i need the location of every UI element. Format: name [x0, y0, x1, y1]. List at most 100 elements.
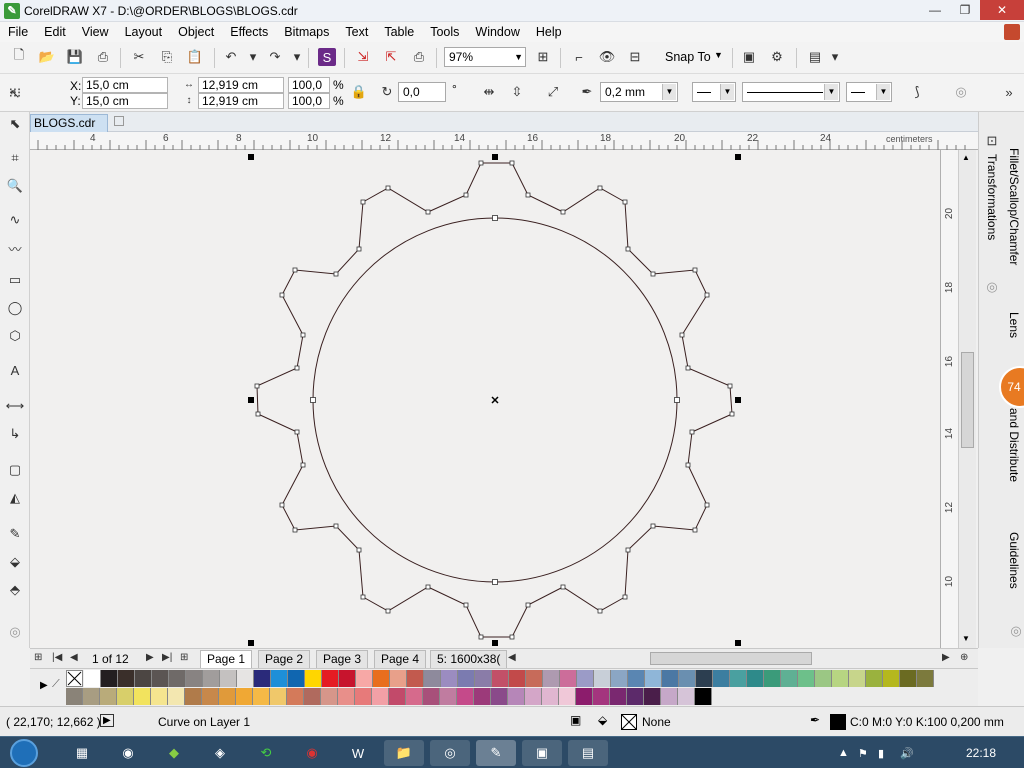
zoom-navigator-icon[interactable]: ⊕ — [960, 652, 968, 663]
last-page-icon[interactable]: ▶| — [162, 652, 172, 663]
minimize-button[interactable]: — — [920, 0, 950, 20]
color-swatch[interactable] — [168, 688, 185, 705]
curve-node[interactable] — [385, 608, 391, 614]
menu-bitmaps[interactable]: Bitmaps — [276, 22, 337, 42]
page-tab-1[interactable]: Page 1 — [200, 650, 253, 668]
scroll-left-icon[interactable]: ◀ — [508, 652, 516, 663]
parallel-dimension-icon[interactable]: ⟷ — [5, 396, 25, 416]
curve-node[interactable] — [492, 215, 498, 221]
color-swatch[interactable] — [84, 670, 101, 687]
document-tab[interactable]: BLOGS.cdr — [30, 114, 108, 132]
scroll-up-icon[interactable]: ▲ — [962, 153, 970, 162]
curve-node[interactable] — [689, 429, 695, 435]
page-tab-2[interactable]: Page 2 — [258, 650, 311, 668]
color-swatch[interactable] — [509, 670, 526, 687]
connector-tool-icon[interactable]: ↳ — [5, 424, 25, 444]
color-swatch[interactable] — [644, 688, 661, 705]
color-swatch[interactable] — [474, 688, 491, 705]
tray-arrow-icon[interactable]: ▲ — [838, 747, 849, 759]
color-swatch[interactable] — [526, 670, 543, 687]
undo-dropdown-icon[interactable]: ▾ — [244, 48, 262, 66]
curve-node[interactable] — [463, 192, 469, 198]
mirror-vertical-icon[interactable]: ⇳ — [508, 83, 526, 101]
docker-toggle-icon[interactable]: ◎ — [983, 278, 1001, 296]
pick-tool-icon[interactable]: ↖ — [5, 84, 25, 104]
curve-node[interactable] — [525, 192, 531, 198]
curve-node[interactable] — [292, 267, 298, 273]
previous-page-icon[interactable]: ◀ — [70, 652, 78, 663]
color-swatch[interactable] — [202, 688, 219, 705]
curve-node[interactable] — [254, 383, 260, 389]
curve-node[interactable] — [255, 411, 261, 417]
scale-width-field[interactable]: 100,0 — [288, 77, 330, 93]
drawing-svg[interactable] — [30, 150, 940, 648]
print-icon[interactable]: ⎙ — [94, 48, 112, 66]
expand-icon[interactable]: » — [1000, 83, 1018, 101]
copy-icon[interactable]: ⎘ — [158, 48, 176, 66]
menu-text[interactable]: Text — [337, 22, 376, 42]
color-swatch[interactable] — [185, 688, 202, 705]
curve-node[interactable] — [685, 462, 691, 468]
outline-width-dropdown[interactable]: 0,2 mm ▼ — [600, 82, 678, 102]
curve-node[interactable] — [597, 185, 603, 191]
curve-node[interactable] — [463, 602, 469, 608]
color-swatch[interactable] — [866, 670, 883, 687]
fill-bucket-icon[interactable]: ⬙ — [598, 713, 607, 727]
color-swatch[interactable] — [373, 670, 390, 687]
smart-fill-icon[interactable]: ⬘ — [5, 580, 25, 600]
start-button[interactable] — [10, 739, 38, 767]
color-swatch[interactable] — [237, 670, 254, 687]
curve-node[interactable] — [360, 199, 366, 205]
redo-dropdown-icon[interactable]: ▾ — [288, 48, 306, 66]
show-rulers-icon[interactable]: ⌐ — [570, 48, 588, 66]
taskbar-app-icon[interactable]: ◆ — [154, 740, 194, 766]
polygon-tool-icon[interactable]: ⬡ — [5, 326, 25, 346]
tray-flag-icon[interactable]: ⚑ — [858, 747, 868, 760]
curve-node[interactable] — [279, 502, 285, 508]
color-swatch[interactable] — [101, 670, 118, 687]
docker-tab-fillet[interactable]: Fillet/Scallop/Chamfer — [1007, 148, 1021, 265]
color-swatch[interactable] — [560, 670, 577, 687]
drop-shadow-icon[interactable]: ▢ — [5, 460, 25, 480]
color-swatch[interactable] — [798, 670, 815, 687]
close-curve-icon[interactable]: ⟆ — [908, 83, 926, 101]
vertical-scrollbar[interactable]: ▲ ▼ — [958, 150, 976, 648]
chevron-down-icon[interactable]: ▼ — [714, 50, 723, 60]
color-swatch[interactable] — [151, 688, 168, 705]
transparency-icon[interactable]: ◭ — [5, 488, 25, 508]
zoom-tool-icon[interactable]: 🔍 — [5, 176, 25, 196]
close-button[interactable]: ✕ — [980, 0, 1024, 20]
rotation-center-icon[interactable] — [491, 396, 499, 404]
curve-node[interactable] — [692, 527, 698, 533]
docker-tab-align-distribute[interactable]: and Distribute — [1007, 408, 1021, 482]
color-swatch[interactable] — [542, 688, 559, 705]
height-field[interactable]: 12,919 cm — [198, 93, 284, 109]
color-swatch[interactable] — [849, 670, 866, 687]
tray-volume-icon[interactable]: 🔊 — [900, 747, 914, 760]
color-swatch[interactable] — [662, 670, 679, 687]
color-swatch[interactable] — [322, 670, 339, 687]
curve-node[interactable] — [292, 527, 298, 533]
color-swatch[interactable] — [713, 670, 730, 687]
color-swatch[interactable] — [440, 688, 457, 705]
color-swatch[interactable] — [271, 670, 288, 687]
curve-node[interactable] — [729, 411, 735, 417]
text-tool-icon[interactable]: A — [5, 360, 25, 380]
snap-to-menu[interactable]: Snap To — [665, 50, 711, 64]
curve-node[interactable] — [525, 602, 531, 608]
color-swatch[interactable] — [287, 688, 304, 705]
launcher-dropdown-icon[interactable]: ▾ — [826, 48, 844, 66]
taskbar-coreldraw-icon[interactable]: ✎ — [476, 740, 516, 766]
color-swatch[interactable] — [475, 670, 492, 687]
options-icon[interactable]: ⚙ — [768, 48, 786, 66]
drawing-canvas[interactable] — [30, 150, 940, 648]
docker-tab-lens[interactable]: Lens — [1007, 312, 1021, 338]
menu-edit[interactable]: Edit — [36, 22, 74, 42]
restore-button[interactable]: ❐ — [950, 0, 980, 20]
curve-node[interactable] — [674, 397, 680, 403]
docker-toggle-icon[interactable]: ◎ — [952, 83, 970, 101]
color-swatch[interactable] — [525, 688, 542, 705]
color-swatch[interactable] — [679, 670, 696, 687]
color-swatch[interactable] — [169, 670, 186, 687]
curve-node[interactable] — [625, 246, 631, 252]
